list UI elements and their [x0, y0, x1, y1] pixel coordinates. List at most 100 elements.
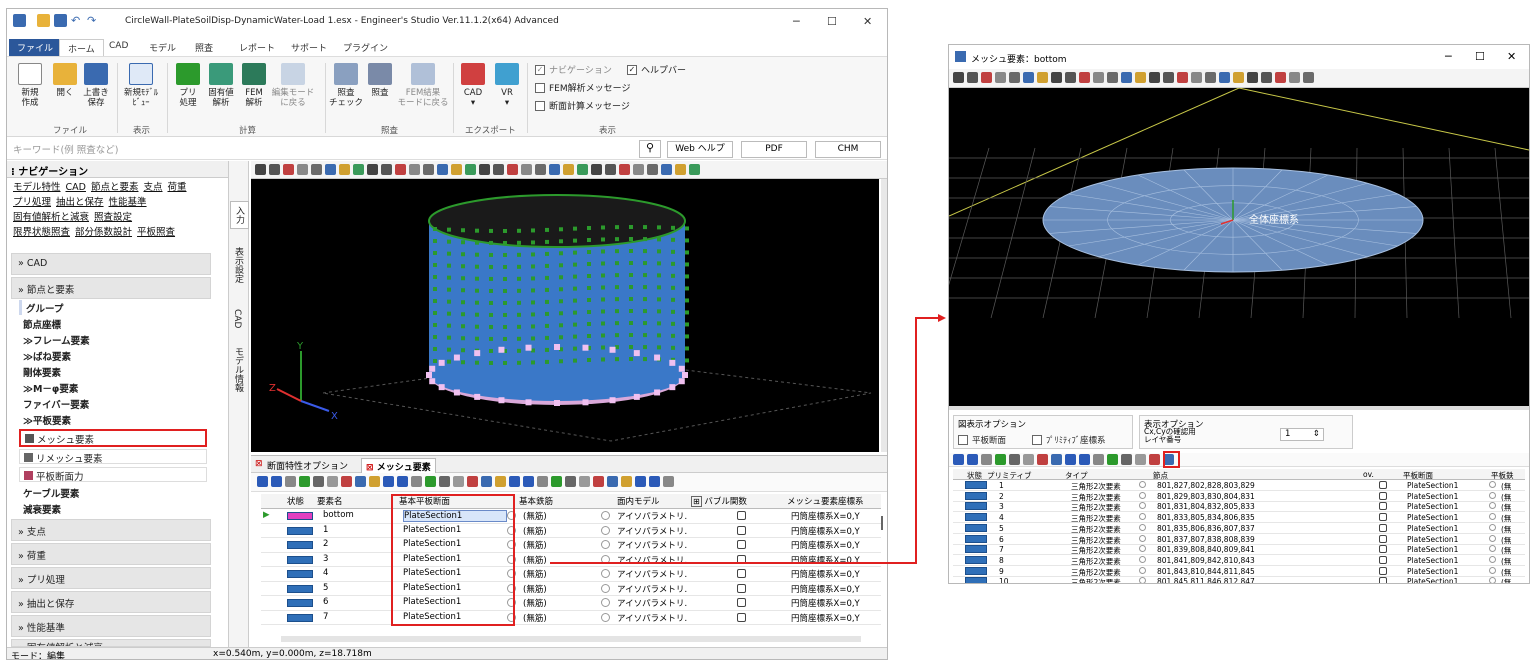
toolbar-button-icon[interactable]	[1023, 454, 1034, 465]
toolbar-button-icon[interactable]	[1191, 72, 1202, 83]
layer-spinner[interactable]: 1 ⇕	[1280, 428, 1324, 441]
primitive-id[interactable]: 10	[999, 577, 1009, 583]
ov-checkbox[interactable]	[1379, 534, 1387, 543]
toolbar-button-icon[interactable]	[953, 454, 964, 465]
chevron-down-icon[interactable]	[1489, 523, 1496, 531]
toolbar-button-icon[interactable]	[1289, 72, 1300, 83]
toolbar-button-icon[interactable]	[1261, 72, 1272, 83]
toolbar-button-icon[interactable]	[1121, 454, 1132, 465]
splitter[interactable]	[949, 406, 1529, 410]
sub-close-button[interactable]: ✕	[1507, 50, 1516, 63]
table-row[interactable]: 5 三角形2次要素 801,835,806,836,807,837 PlateSect…	[953, 523, 1525, 534]
primitive-id[interactable]: 2	[999, 492, 1004, 501]
primitive-id[interactable]: 3	[999, 502, 1004, 511]
toolbar-button-icon[interactable]	[1079, 454, 1090, 465]
chevron-down-icon[interactable]	[1489, 502, 1496, 510]
sub-3d-view[interactable]: 全体座標系	[949, 88, 1529, 406]
chevron-down-icon[interactable]	[1139, 491, 1146, 499]
toolbar-button-icon[interactable]	[1205, 72, 1216, 83]
toolbar-button-icon[interactable]	[1009, 72, 1020, 83]
table-row[interactable]: 1 三角形2次要素 801,827,802,828,803,829 PlateSect…	[953, 480, 1525, 491]
chevron-down-icon[interactable]	[1139, 481, 1146, 488]
node-list[interactable]: 801,837,807,838,808,839	[1157, 535, 1255, 544]
chevron-down-icon[interactable]	[1139, 502, 1146, 510]
plate-section[interactable]: PlateSection1	[1407, 481, 1458, 490]
chevron-down-icon[interactable]	[1139, 534, 1146, 542]
toolbar-button-icon[interactable]	[1121, 72, 1132, 83]
table-row[interactable]: 6 三角形2次要素 801,837,807,838,808,839 PlateSect…	[953, 534, 1525, 545]
toolbar-button-icon[interactable]	[1135, 454, 1146, 465]
ov-checkbox[interactable]	[1379, 481, 1387, 489]
toolbar-button-icon[interactable]	[1177, 72, 1188, 83]
node-list[interactable]: 801,831,804,832,805,833	[1157, 502, 1255, 511]
chevron-down-icon[interactable]	[1139, 523, 1146, 531]
chevron-down-icon[interactable]	[1489, 491, 1496, 499]
toolbar-button-icon[interactable]	[1219, 72, 1230, 83]
plate-section[interactable]: PlateSection1	[1407, 545, 1458, 554]
toolbar-button-icon[interactable]	[1303, 72, 1314, 83]
toolbar-button-icon[interactable]	[995, 72, 1006, 83]
chevron-down-icon[interactable]	[1139, 566, 1146, 574]
toolbar-button-icon[interactable]	[1163, 72, 1174, 83]
primitive-id[interactable]: 6	[999, 535, 1004, 544]
toolbar-button-icon[interactable]	[1079, 72, 1090, 83]
plate-section-check[interactable]: 平板断面	[958, 434, 1006, 446]
plate-section[interactable]: PlateSection1	[1407, 524, 1458, 533]
ov-checkbox[interactable]	[1379, 555, 1387, 564]
primitive-coord-check[interactable]: ﾌﾟﾘﾐﾃｨﾌﾞ座標系	[1032, 434, 1106, 446]
plate-section[interactable]: PlateSection1	[1407, 535, 1458, 544]
plate-rebar[interactable]: (無	[1501, 577, 1511, 583]
table-row[interactable]: 3 三角形2次要素 801,831,804,832,805,833 PlateSect…	[953, 501, 1525, 513]
ov-checkbox[interactable]	[1379, 491, 1387, 500]
toolbar-button-icon[interactable]	[1023, 72, 1034, 83]
toolbar-button-icon[interactable]	[953, 72, 964, 83]
ov-checkbox[interactable]	[1379, 523, 1387, 532]
node-list[interactable]: 801,839,808,840,809,841	[1157, 545, 1255, 554]
toolbar-button-icon[interactable]	[995, 454, 1006, 465]
chevron-down-icon[interactable]	[1489, 566, 1496, 574]
table-row[interactable]: 7 三角形2次要素 801,839,808,840,809,841 PlateSect…	[953, 544, 1525, 556]
chevron-down-icon[interactable]	[1139, 545, 1146, 553]
toolbar-button-icon[interactable]	[1093, 72, 1104, 83]
chevron-down-icon[interactable]	[1489, 577, 1496, 583]
ov-checkbox[interactable]	[1379, 513, 1387, 522]
node-list[interactable]: 801,829,803,830,804,831	[1157, 492, 1255, 501]
ov-checkbox[interactable]	[1379, 502, 1387, 511]
toolbar-button-icon[interactable]	[1149, 72, 1160, 83]
toolbar-button-icon[interactable]	[1037, 72, 1048, 83]
ov-checkbox[interactable]	[1379, 566, 1387, 575]
toolbar-button-icon[interactable]	[1065, 454, 1076, 465]
primitive-id[interactable]: 7	[999, 545, 1004, 554]
chevron-down-icon[interactable]	[1139, 555, 1146, 563]
node-list[interactable]: 801,845,811,846,812,847	[1157, 577, 1255, 583]
ov-checkbox[interactable]	[1379, 545, 1387, 554]
toolbar-button-icon[interactable]	[1135, 72, 1146, 83]
node-list[interactable]: 801,833,805,834,806,835	[1157, 513, 1255, 522]
primitive-id[interactable]: 1	[999, 481, 1004, 490]
toolbar-button-icon[interactable]	[981, 72, 992, 83]
chevron-down-icon[interactable]	[1139, 577, 1146, 583]
chevron-down-icon[interactable]	[1489, 555, 1496, 563]
primitive-id[interactable]: 5	[999, 524, 1004, 533]
plate-section[interactable]: PlateSection1	[1407, 567, 1458, 576]
toolbar-button-icon[interactable]	[967, 72, 978, 83]
chevron-down-icon[interactable]	[1489, 545, 1496, 553]
table-row[interactable]: 2 三角形2次要素 801,829,803,830,804,831 PlateSect…	[953, 491, 1525, 502]
plate-section[interactable]: PlateSection1	[1407, 577, 1458, 583]
toolbar-button-icon[interactable]	[1107, 72, 1118, 83]
table-row[interactable]: 9 三角形2次要素 801,843,810,844,811,845 PlateSect…	[953, 566, 1525, 577]
toolbar-button-icon[interactable]	[1233, 72, 1244, 83]
toolbar-button-icon[interactable]	[1037, 454, 1048, 465]
table-row[interactable]: 4 三角形2次要素 801,833,805,834,806,835 PlateSect…	[953, 512, 1525, 524]
toolbar-button-icon[interactable]	[1051, 72, 1062, 83]
node-list[interactable]: 801,841,809,842,810,843	[1157, 556, 1255, 565]
sub-minimize-button[interactable]: ─	[1445, 50, 1452, 63]
primitive-id[interactable]: 8	[999, 556, 1004, 565]
chevron-down-icon[interactable]	[1139, 513, 1146, 521]
sub-maximize-button[interactable]: ☐	[1475, 50, 1485, 63]
plate-section[interactable]: PlateSection1	[1407, 492, 1458, 501]
toolbar-button-icon[interactable]	[1065, 72, 1076, 83]
toolbar-button-icon[interactable]	[1051, 454, 1062, 465]
toolbar-button-icon[interactable]	[1093, 454, 1104, 465]
chevron-down-icon[interactable]	[1489, 513, 1496, 521]
